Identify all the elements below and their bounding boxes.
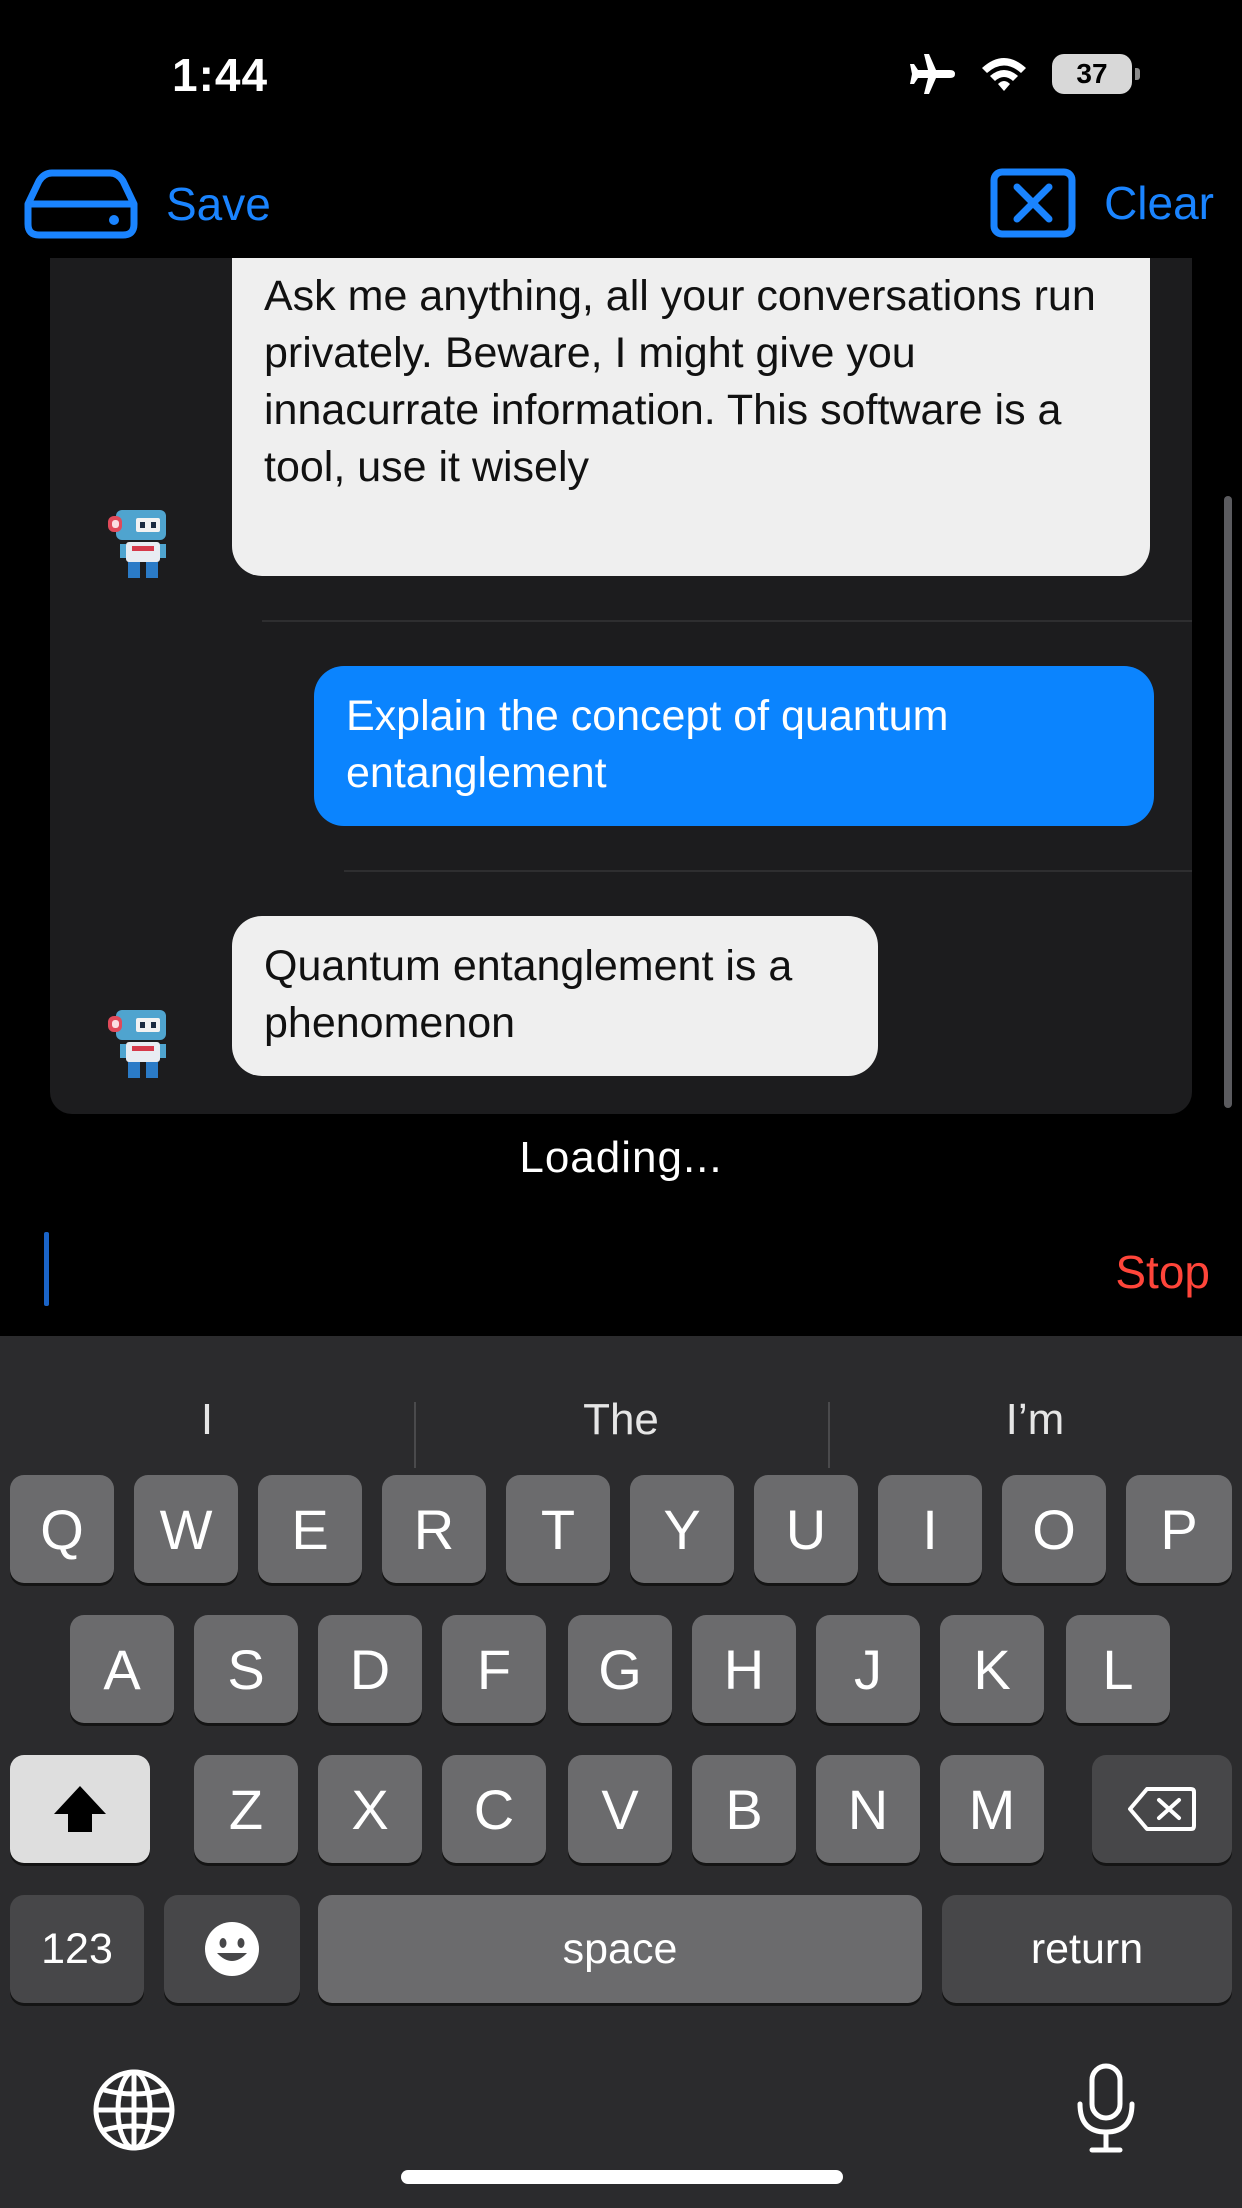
close-box-icon <box>990 168 1076 238</box>
globe-icon[interactable] <box>90 2066 178 2154</box>
key-z[interactable]: Z <box>194 1755 298 1863</box>
suggestion-bar: I The I’m <box>0 1370 1242 1470</box>
chat-panel[interactable]: Ask me anything, all your conversations … <box>50 258 1192 1114</box>
key-j[interactable]: J <box>816 1615 920 1723</box>
key-k[interactable]: K <box>940 1615 1044 1723</box>
user-message: Explain the concept of quantum entanglem… <box>314 666 1154 826</box>
key-p[interactable]: P <box>1126 1475 1232 1583</box>
backspace-key[interactable] <box>1092 1755 1232 1863</box>
key-g[interactable]: G <box>568 1615 672 1723</box>
key-c[interactable]: C <box>442 1755 546 1863</box>
status-time: 1:44 <box>172 49 269 101</box>
key-v[interactable]: V <box>568 1755 672 1863</box>
suggestion-item[interactable]: I <box>0 1370 414 1470</box>
home-indicator <box>401 2170 843 2184</box>
chat-scrollbar[interactable] <box>1224 496 1232 1108</box>
key-b[interactable]: B <box>692 1755 796 1863</box>
clear-label: Clear <box>1104 177 1214 229</box>
airplane-icon <box>910 54 955 94</box>
robot-avatar-icon <box>108 510 166 578</box>
hard-drive-icon <box>24 169 138 239</box>
message-input[interactable]: Stop <box>0 1210 1242 1330</box>
key-l[interactable]: L <box>1066 1615 1170 1723</box>
assistant-message: Ask me anything, all your conversations … <box>232 258 1150 576</box>
stop-button[interactable]: Stop <box>1115 1245 1210 1299</box>
numbers-key[interactable]: 123 <box>10 1895 144 2003</box>
key-m[interactable]: M <box>940 1755 1044 1863</box>
robot-avatar-icon <box>108 1010 166 1078</box>
message-divider <box>344 870 1192 872</box>
battery-level: 37 <box>1076 58 1108 89</box>
battery-icon: 37 <box>1052 54 1140 94</box>
key-d[interactable]: D <box>318 1615 422 1723</box>
save-button[interactable]: Save <box>24 168 271 240</box>
message-divider <box>262 620 1192 622</box>
space-key[interactable]: space <box>318 1895 922 2003</box>
key-r[interactable]: R <box>382 1475 486 1583</box>
key-a[interactable]: A <box>70 1615 174 1723</box>
suggestion-item[interactable]: The <box>414 1370 828 1470</box>
key-o[interactable]: O <box>1002 1475 1106 1583</box>
key-u[interactable]: U <box>754 1475 858 1583</box>
key-h[interactable]: H <box>692 1615 796 1723</box>
key-y[interactable]: Y <box>630 1475 734 1583</box>
key-e[interactable]: E <box>258 1475 362 1583</box>
keyboard: I The I’m Q W E R T Y U I O P A S D F G … <box>0 1336 1242 2208</box>
shift-arrow-icon <box>54 1786 106 1832</box>
suggestion-item[interactable]: I’m <box>828 1370 1242 1470</box>
key-w[interactable]: W <box>134 1475 238 1583</box>
key-i[interactable]: I <box>878 1475 982 1583</box>
key-q[interactable]: Q <box>10 1475 114 1583</box>
key-t[interactable]: T <box>506 1475 610 1583</box>
microphone-icon[interactable] <box>1072 2062 1140 2156</box>
wifi-icon <box>982 58 1026 91</box>
key-x[interactable]: X <box>318 1755 422 1863</box>
key-n[interactable]: N <box>816 1755 920 1863</box>
backspace-icon <box>1128 1787 1196 1831</box>
emoji-icon <box>205 1922 259 1976</box>
text-caret <box>44 1232 49 1306</box>
loading-indicator: Loading... <box>519 1133 723 1182</box>
save-label: Save <box>166 178 271 230</box>
key-s[interactable]: S <box>194 1615 298 1723</box>
clear-button[interactable]: Clear <box>990 168 1214 238</box>
return-key[interactable]: return <box>942 1895 1232 2003</box>
key-f[interactable]: F <box>442 1615 546 1723</box>
shift-key[interactable] <box>10 1755 150 1863</box>
status-icons: 37 <box>904 52 1140 96</box>
emoji-key[interactable] <box>164 1895 300 2003</box>
assistant-message: Quantum entanglement is a phenomenon <box>232 916 878 1076</box>
